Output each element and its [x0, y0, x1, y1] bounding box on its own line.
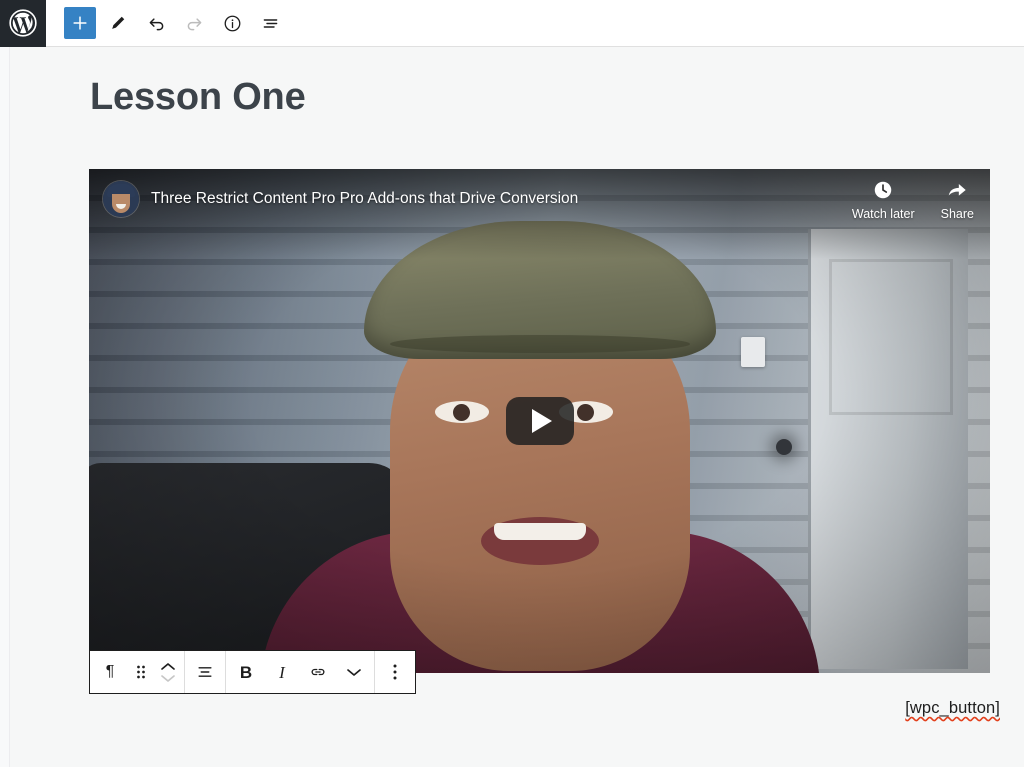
block-mover [154, 651, 182, 693]
redo-button[interactable] [178, 7, 210, 39]
video-title[interactable]: Three Restrict Content Pro Pro Add-ons t… [151, 189, 578, 208]
bold-icon: B [239, 662, 253, 682]
block-toolbar-group-align [185, 651, 226, 693]
list-view-icon [260, 13, 281, 34]
drag-handle[interactable] [128, 651, 154, 693]
block-toolbar-group-block: ¶ [90, 651, 185, 693]
tools-edit-button[interactable] [102, 7, 134, 39]
more-rich-text-button[interactable] [336, 651, 372, 693]
wordpress-logo-icon [9, 9, 37, 37]
list-view-button[interactable] [254, 7, 286, 39]
editor-canvas: Lesson One Three Restrict Content Pro Pr… [10, 47, 1024, 767]
align-text-button[interactable] [187, 651, 223, 693]
bold-button[interactable]: B [228, 651, 264, 693]
info-circle-icon [222, 13, 243, 34]
block-toolbar-group-format: B I [226, 651, 375, 693]
vertical-ellipsis-icon [392, 662, 398, 682]
video-title-row: Three Restrict Content Pro Pro Add-ons t… [103, 181, 578, 217]
watch-later-label: Watch later [851, 207, 915, 221]
move-up-button[interactable] [159, 661, 177, 672]
chevron-down-icon [345, 666, 363, 678]
video-actions: Watch later Share [852, 179, 974, 221]
block-options-button[interactable] [377, 651, 413, 693]
watch-later-action[interactable]: Watch later [852, 179, 915, 221]
share-label: Share [940, 207, 974, 221]
details-button[interactable] [216, 7, 248, 39]
link-chain-icon [308, 662, 328, 682]
shortcode-text[interactable]: [wpc_button] [905, 699, 1000, 718]
link-button[interactable] [300, 651, 336, 693]
block-inserter-button[interactable] [64, 7, 96, 39]
play-button-icon[interactable] [505, 397, 574, 445]
channel-avatar-icon[interactable] [103, 181, 139, 217]
align-text-icon [195, 662, 215, 682]
clock-icon [872, 179, 894, 201]
block-toolbar: ¶ B I [89, 650, 416, 694]
wordpress-logo-button[interactable] [0, 0, 46, 47]
page-title[interactable]: Lesson One [90, 75, 306, 121]
undo-button[interactable] [140, 7, 172, 39]
paragraph-pilcrow-icon: ¶ [105, 663, 115, 680]
italic-button[interactable]: I [264, 651, 300, 693]
move-down-button[interactable] [159, 673, 177, 684]
video-embed-block[interactable]: Three Restrict Content Pro Pro Add-ons t… [89, 169, 990, 673]
share-action[interactable]: Share [941, 179, 974, 221]
share-arrow-icon [945, 179, 969, 201]
plus-icon [70, 13, 90, 33]
play-triangle [531, 409, 552, 433]
undo-arrow-icon [146, 13, 167, 34]
editor-left-rail [0, 47, 10, 767]
italic-icon: I [279, 662, 285, 682]
editor-header [0, 0, 1024, 47]
header-toolbar [46, 7, 286, 39]
redo-arrow-icon [184, 13, 205, 34]
drag-dots-icon [135, 663, 147, 681]
block-toolbar-group-options [375, 651, 415, 693]
pencil-icon [108, 13, 128, 33]
block-type-paragraph-button[interactable]: ¶ [92, 651, 128, 693]
